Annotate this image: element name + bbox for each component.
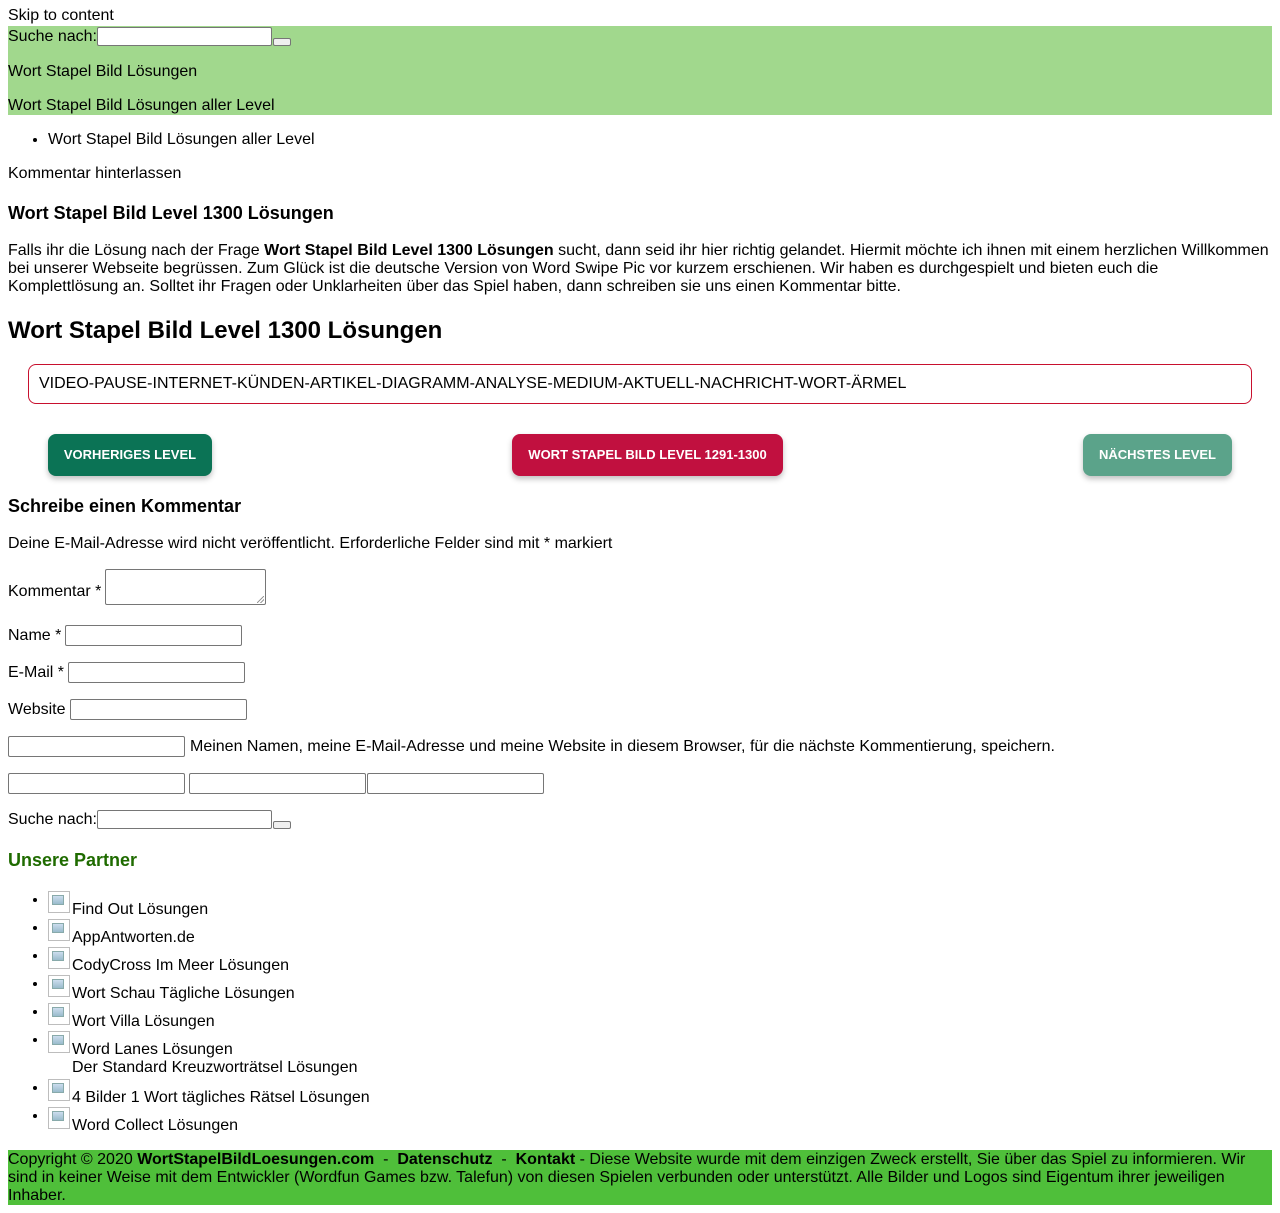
partners-list: Find Out Lösungen AppAntworten.de CodyCr…: [8, 891, 370, 1135]
level-range-button[interactable]: WORT STAPEL BILD LEVEL 1291-1300: [512, 434, 783, 476]
broken-image-icon: [48, 1031, 70, 1053]
partner-item[interactable]: 4 Bilder 1 Wort tägliches Rätsel Lösunge…: [48, 1079, 370, 1107]
partner-item[interactable]: Wort Schau Tägliche Lösungen: [48, 975, 370, 1003]
leave-comment-link[interactable]: Kommentar hinterlassen: [8, 165, 181, 183]
post-intro: Falls ihr die Lösung nach der Frage Wort…: [8, 242, 1272, 296]
broken-image-icon: [48, 919, 70, 941]
site-description: Wort Stapel Bild Lösungen aller Level: [8, 97, 275, 114]
broken-image-icon: [48, 975, 70, 997]
partners-title: Unsere Partner: [8, 850, 138, 870]
answer-text: VIDEO-PAUSE-INTERNET-KÜNDEN-ARTIKEL-DIAG…: [39, 375, 907, 392]
search-label: Suche nach:: [8, 27, 97, 45]
sidebar-search-input[interactable]: [96, 810, 272, 829]
partner-link[interactable]: Word Lanes Lösungen: [72, 1041, 233, 1058]
search-input[interactable]: [96, 27, 272, 46]
partner-item[interactable]: CodyCross Im Meer Lösungen: [48, 947, 370, 975]
broken-image-icon: [48, 891, 70, 913]
broken-image-icon: [48, 1079, 70, 1101]
contact-link[interactable]: Kontakt: [516, 1151, 576, 1168]
partner-link[interactable]: Wort Villa Lösungen: [72, 1013, 215, 1030]
answer-box: VIDEO-PAUSE-INTERNET-KÜNDEN-ARTIKEL-DIAG…: [28, 364, 1252, 404]
level-heading: Wort Stapel Bild Level 1300 Lösungen: [8, 317, 443, 344]
sidebar-search-form: Suche nach:: [8, 810, 291, 829]
breadcrumb-item[interactable]: Wort Stapel Bild Lösungen aller Level: [48, 131, 315, 149]
footer-site-link[interactable]: WortStapelBildLoesungen.com: [137, 1151, 374, 1168]
previous-level-button[interactable]: VORHERIGES LEVEL: [48, 434, 212, 476]
sidebar-search-submit-button[interactable]: [272, 821, 291, 829]
name-field-row: Name *: [8, 625, 243, 646]
skip-to-content-link[interactable]: Skip to content: [8, 7, 114, 25]
header-search-form: Suche nach:: [8, 27, 291, 46]
partner-link[interactable]: Word Collect Lösungen: [72, 1117, 238, 1134]
footer-separator: -: [374, 1151, 398, 1168]
partner-item[interactable]: Der Standard Kreuzworträtsel Lösungen: [48, 1059, 370, 1079]
partner-item[interactable]: Word Collect Lösungen: [48, 1107, 370, 1135]
comment-notes: Deine E-Mail-Adresse wird nicht veröffen…: [8, 535, 613, 552]
email-input[interactable]: [68, 662, 246, 683]
search-submit-button[interactable]: [272, 38, 291, 46]
cookie-consent-label: Meinen Namen, meine E-Mail-Adresse und m…: [190, 737, 1055, 755]
comment-textarea[interactable]: [105, 569, 267, 605]
resize-grip-icon[interactable]: [257, 596, 265, 603]
intro-bold-question: Wort Stapel Bild Level 1300 Lösungen: [264, 242, 554, 259]
partner-item[interactable]: Find Out Lösungen: [48, 891, 370, 919]
extra-input-2[interactable]: [189, 773, 366, 794]
extra-fields-row: [8, 773, 548, 794]
footer-separator: -: [492, 1151, 516, 1168]
partner-item[interactable]: Word Lanes Lösungen: [48, 1031, 370, 1059]
site-footer: Copyright © 2020 WortStapelBildLoesungen…: [8, 1150, 1272, 1205]
copyright-text: Copyright © 2020: [8, 1151, 138, 1168]
broken-image-icon: [48, 947, 70, 969]
next-level-button[interactable]: NÄCHSTES LEVEL: [1083, 434, 1232, 476]
website-field-row: Website: [8, 699, 247, 720]
partner-item[interactable]: Wort Villa Lösungen: [48, 1003, 370, 1031]
cookie-consent-input[interactable]: [8, 736, 185, 757]
partner-link[interactable]: Find Out Lösungen: [72, 901, 208, 918]
extra-input-1[interactable]: [8, 773, 185, 794]
broken-image-icon: [48, 1107, 70, 1129]
intro-text-start: Falls ihr die Lösung nach der Frage: [8, 242, 265, 259]
comment-label: Kommentar *: [8, 583, 102, 600]
extra-input-3[interactable]: [367, 773, 544, 794]
cookie-consent-row: Meinen Namen, meine E-Mail-Adresse und m…: [8, 736, 1055, 757]
partner-link[interactable]: AppAntworten.de: [72, 929, 195, 946]
partner-link[interactable]: Wort Schau Tägliche Lösungen: [72, 985, 295, 1002]
breadcrumb: Wort Stapel Bild Lösungen aller Level: [8, 131, 315, 149]
site-header: Suche nach: Wort Stapel Bild Lösungen Wo…: [8, 26, 1272, 115]
sidebar-search-label: Suche nach:: [8, 810, 97, 828]
name-label: Name *: [8, 626, 62, 644]
website-label: Website: [8, 700, 66, 718]
email-label: E-Mail *: [8, 663, 65, 681]
partner-item[interactable]: AppAntworten.de: [48, 919, 370, 947]
comment-form-title: Schreibe einen Kommentar: [8, 496, 242, 516]
broken-image-icon: [48, 1003, 70, 1025]
privacy-link[interactable]: Datenschutz: [397, 1151, 492, 1168]
comment-field-row: Kommentar *: [8, 569, 267, 605]
email-field-row: E-Mail *: [8, 662, 246, 683]
website-input[interactable]: [69, 699, 247, 720]
post-title: Wort Stapel Bild Level 1300 Lösungen: [8, 203, 334, 223]
name-input[interactable]: [65, 625, 243, 646]
partner-link[interactable]: 4 Bilder 1 Wort tägliches Rätsel Lösunge…: [72, 1089, 370, 1106]
partner-link[interactable]: Der Standard Kreuzworträtsel Lösungen: [48, 1059, 358, 1076]
site-title[interactable]: Wort Stapel Bild Lösungen: [8, 63, 197, 81]
partner-link[interactable]: CodyCross Im Meer Lösungen: [72, 957, 289, 974]
